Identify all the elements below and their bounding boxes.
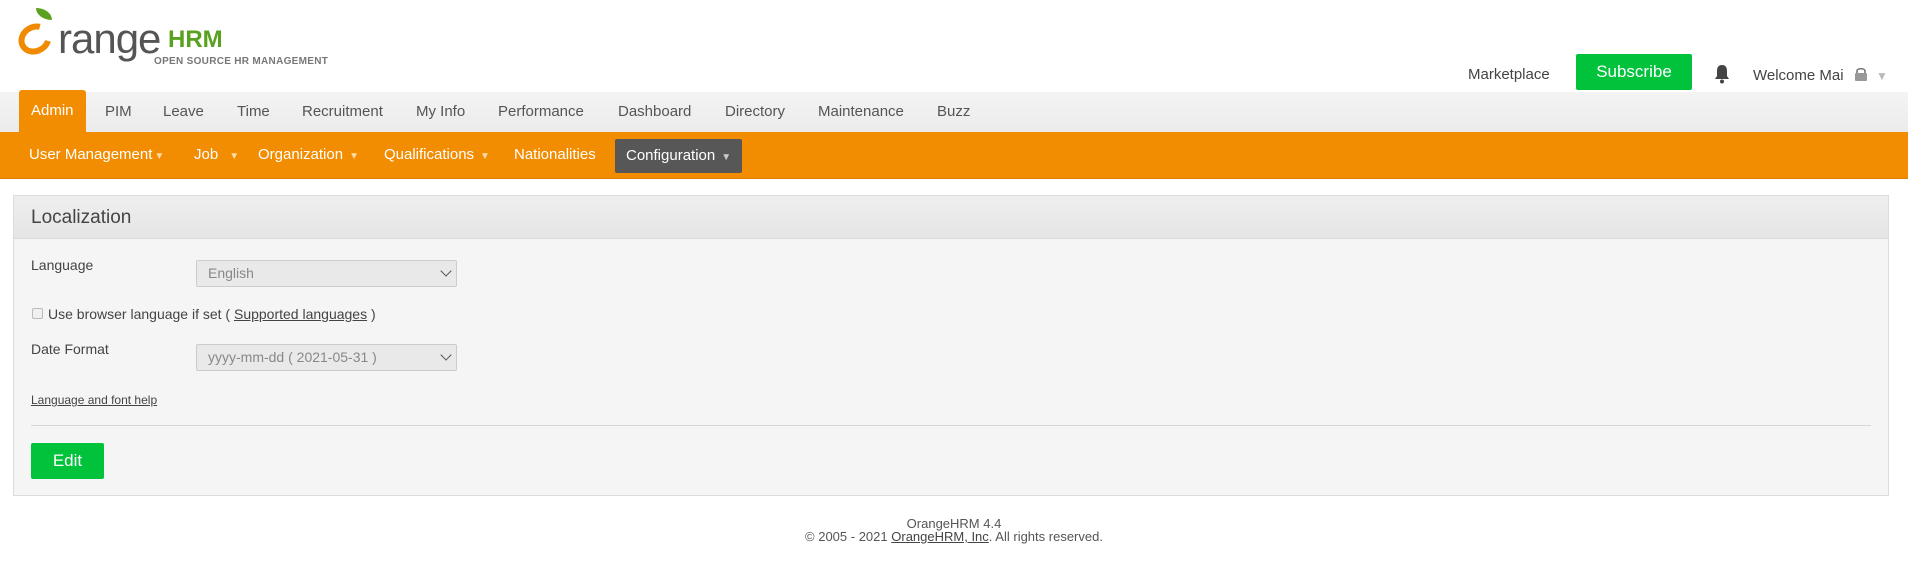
edit-button[interactable]: Edit: [31, 443, 104, 479]
logo-hrm: HRM: [168, 26, 223, 53]
menu-directory[interactable]: Directory: [725, 92, 785, 132]
logo-o-mark: [12, 17, 58, 61]
chevron-down-icon: ▼: [349, 151, 359, 162]
menu-buzz[interactable]: Buzz: [937, 92, 970, 132]
submenu-user-management-label: User Management: [29, 146, 153, 163]
date-format-select-value: yyyy-mm-dd ( 2021-05-31 ): [208, 349, 377, 365]
chevron-down-icon: ▼: [229, 151, 240, 162]
lock-icon: [1854, 67, 1867, 81]
welcome-text: Welcome Mai: [1753, 67, 1844, 84]
browser-language-checkbox[interactable]: [32, 308, 43, 319]
submenu-configuration[interactable]: Configuration ▼: [615, 139, 743, 173]
submenu-organization[interactable]: Organization ▼: [258, 132, 359, 178]
marketplace-link[interactable]: Marketplace: [1468, 66, 1550, 83]
supported-languages-link[interactable]: Supported languages: [234, 306, 367, 322]
footer-copyright-prefix: © 2005 - 2021: [805, 529, 888, 544]
submenu-job-label: Job: [194, 146, 219, 163]
panel-header: Localization: [14, 196, 1888, 239]
submenu-job[interactable]: Job ▼: [194, 132, 239, 178]
submenu-configuration-label: Configuration: [626, 147, 716, 164]
footer-company-link[interactable]: OrangeHRM, Inc: [891, 529, 989, 544]
orangehrm-logo[interactable]: range HRM OPEN SOURCE HR MANAGEMENT: [12, 2, 336, 68]
menu-dashboard[interactable]: Dashboard: [618, 92, 691, 132]
browser-language-close: ): [370, 306, 376, 322]
menu-my-info[interactable]: My Info: [416, 92, 465, 132]
date-format-label: Date Format: [31, 341, 109, 357]
browser-language-text: Use browser language if set (: [48, 306, 231, 322]
language-label: Language: [31, 257, 94, 273]
chevron-down-icon: [440, 265, 452, 277]
submenu-qualifications-label: Qualifications: [384, 146, 475, 163]
submenu-qualifications[interactable]: Qualifications ▼: [384, 132, 490, 178]
bell-icon[interactable]: [1713, 64, 1731, 84]
divider: [31, 425, 1871, 426]
menu-performance[interactable]: Performance: [498, 92, 584, 132]
localization-panel: Localization Language English Use browse…: [13, 195, 1889, 496]
footer-copyright: © 2005 - 2021 OrangeHRM, Inc. All rights…: [0, 530, 1908, 543]
browser-language-label: Use browser language if set ( Supported …: [48, 306, 376, 322]
menu-recruitment[interactable]: Recruitment: [302, 92, 383, 132]
date-format-select[interactable]: yyyy-mm-dd ( 2021-05-31 ): [196, 344, 457, 371]
submenu-nationalities[interactable]: Nationalities: [514, 132, 596, 178]
logo-wordmark: range: [58, 15, 161, 62]
menu-pim[interactable]: PIM: [105, 92, 132, 132]
menu-time[interactable]: Time: [237, 92, 270, 132]
chevron-down-icon: [440, 349, 452, 361]
language-select[interactable]: English: [196, 260, 457, 287]
chevron-down-icon: ▼: [480, 151, 490, 162]
menu-admin[interactable]: Admin: [19, 90, 86, 132]
language-select-value: English: [208, 265, 254, 281]
admin-sub-menu: User Management ▼ Job ▼ Organization ▼ Qual…: [0, 132, 1908, 179]
chevron-down-icon: ▼: [721, 152, 732, 163]
main-menu: Admin PIM Leave Time Recruitment My Info…: [0, 90, 1908, 132]
chevron-down-icon: ▼: [1875, 69, 1888, 83]
page-title: Localization: [31, 207, 132, 228]
menu-leave[interactable]: Leave: [163, 92, 204, 132]
leaf-icon: [36, 8, 52, 20]
footer-rights: . All rights reserved.: [988, 529, 1103, 544]
chevron-down-icon: ▼: [154, 151, 165, 162]
welcome-menu[interactable]: Welcome Mai ▼: [1753, 66, 1888, 84]
subscribe-button[interactable]: Subscribe: [1576, 54, 1692, 90]
footer: OrangeHRM 4.4 © 2005 - 2021 OrangeHRM, I…: [0, 517, 1908, 543]
submenu-user-management[interactable]: User Management ▼: [29, 132, 164, 178]
logo-tagline: OPEN SOURCE HR MANAGEMENT: [154, 56, 329, 67]
language-font-help-link[interactable]: Language and font help: [31, 393, 157, 407]
submenu-organization-label: Organization: [258, 146, 344, 163]
menu-maintenance[interactable]: Maintenance: [818, 92, 904, 132]
